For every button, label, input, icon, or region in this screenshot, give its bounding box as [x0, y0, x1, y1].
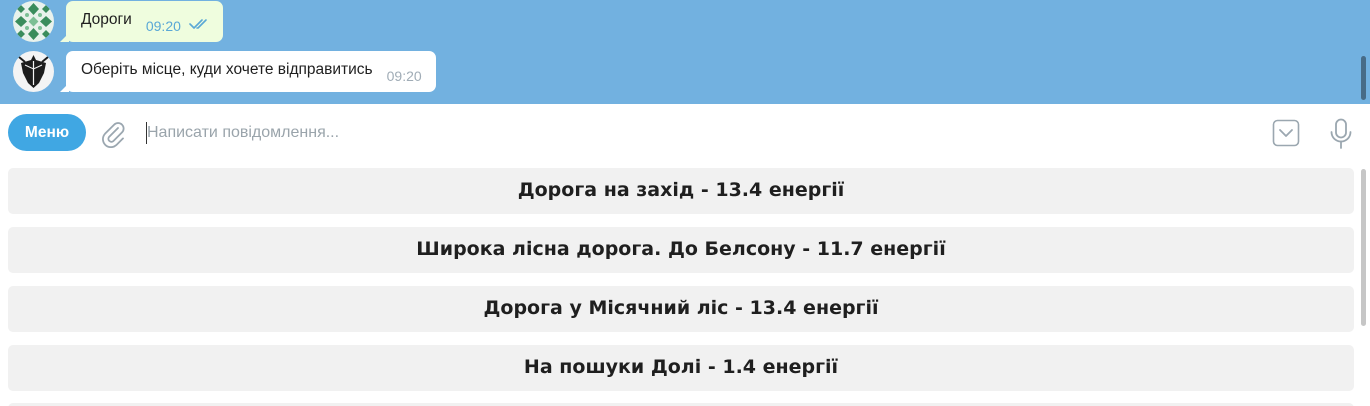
chat-history[interactable]: Дороги 09:20 Оберіть місце, куди хочете …	[0, 0, 1370, 104]
message-incoming[interactable]: Оберіть місце, куди хочете відправитись …	[13, 51, 436, 92]
keyboard-button-label: Широка лісна дорога. До Белсону - 11.7 е…	[416, 238, 946, 260]
message-text: Дороги	[81, 10, 132, 28]
telegram-chat-window: Дороги 09:20 Оберіть місце, куди хочете …	[0, 0, 1370, 406]
keyboard-scrollbar[interactable]	[1361, 169, 1366, 326]
message-time: 09:20	[145, 17, 181, 34]
message-bubble[interactable]: Дороги 09:20	[60, 1, 223, 42]
green-pattern-avatar-icon[interactable]	[13, 1, 54, 42]
keyboard-button-road-west[interactable]: Дорога на захід - 13.4 енергії	[8, 168, 1354, 214]
message-bubble[interactable]: Оберіть місце, куди хочете відправитись …	[60, 51, 436, 92]
message-input[interactable]	[147, 119, 1227, 147]
microphone-icon[interactable]	[1329, 118, 1353, 150]
paperclip-icon[interactable]	[100, 120, 126, 149]
keyboard-collapse-icon[interactable]	[1272, 119, 1300, 147]
keyboard-button-moon-forest-road[interactable]: Дорога у Місячний ліс - 13.4 енергії	[8, 286, 1354, 332]
keyboard-button-search-fate[interactable]: На пошуки Долі - 1.4 енергії	[8, 345, 1354, 391]
menu-button[interactable]: Меню	[8, 114, 86, 151]
bot-reply-keyboard: Дорога на захід - 13.4 енергії Широка лі…	[0, 161, 1370, 406]
message-time: 09:20	[386, 67, 422, 84]
keyboard-button-wide-forest-road[interactable]: Широка лісна дорога. До Белсону - 11.7 е…	[8, 227, 1354, 273]
keyboard-button-label: Дорога на захід - 13.4 енергії	[517, 179, 845, 201]
bot-dark-emblem-avatar-icon[interactable]	[13, 51, 54, 92]
message-text: Оберіть місце, куди хочете відправитись	[81, 60, 373, 78]
chat-scrollbar[interactable]	[1361, 56, 1366, 100]
keyboard-button-label: На пошуки Долі - 1.4 енергії	[523, 356, 839, 378]
message-outgoing[interactable]: Дороги 09:20	[13, 1, 223, 42]
message-composer: Меню	[0, 104, 1370, 161]
double-check-icon	[189, 17, 209, 35]
keyboard-button-label: Дорога у Місячний ліс - 13.4 енергії	[483, 297, 879, 319]
